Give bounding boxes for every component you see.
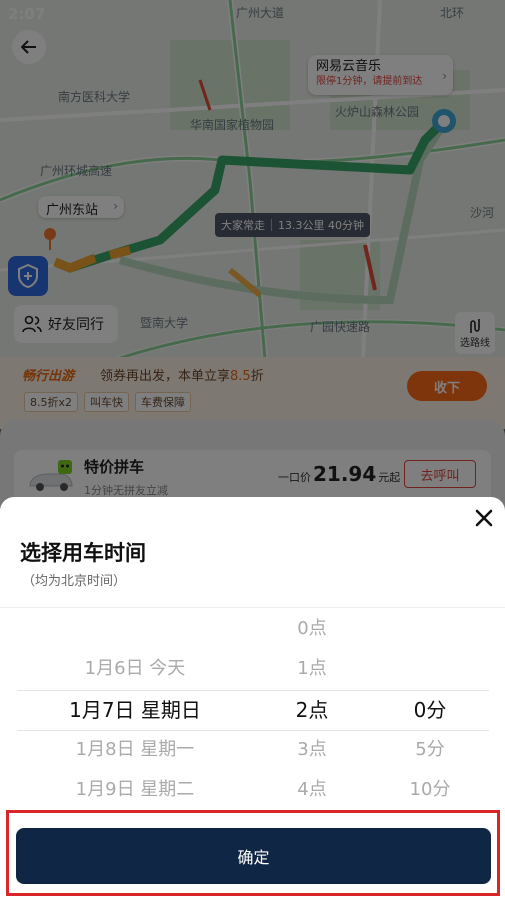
date-option[interactable]: 1月8日 星期一: [45, 735, 225, 765]
sheet-subtitle: （均为北京时间）: [22, 574, 127, 589]
date-option-selected[interactable]: 1月7日 星期日: [45, 695, 225, 725]
time-wheel-picker[interactable]: 1月6日 今天 1月7日 星期日 1月8日 星期一 1月9日 星期二 0点 1点…: [0, 609, 505, 815]
confirm-button[interactable]: 确定: [16, 828, 491, 884]
minute-option[interactable]: 10分: [340, 775, 505, 805]
sheet-title: 选择用车时间: [20, 541, 146, 565]
minute-option[interactable]: [340, 654, 505, 684]
minute-option[interactable]: 5分: [340, 735, 505, 765]
minute-option-selected[interactable]: 0分: [340, 695, 505, 725]
date-option[interactable]: 1月9日 星期二: [45, 775, 225, 805]
close-icon[interactable]: [473, 507, 495, 529]
date-option[interactable]: 1月6日 今天: [45, 654, 225, 684]
date-option[interactable]: [45, 614, 225, 644]
minute-option[interactable]: [340, 614, 505, 644]
selection-line-top: [17, 690, 489, 691]
divider: [0, 607, 505, 608]
selection-line-bottom: [17, 730, 489, 731]
